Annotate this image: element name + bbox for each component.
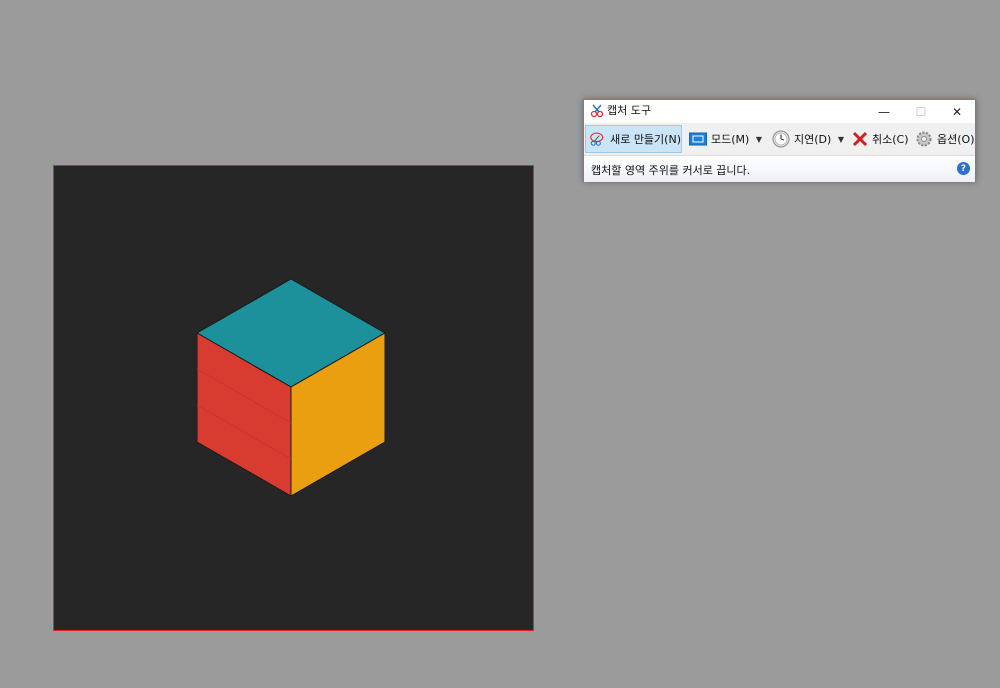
toolbar: 새로 만들기(N) 모드(M) ▼ 지연(D) ▼ 취소(C) 옵션(O) [584,123,975,155]
close-button[interactable]: ✕ [939,100,975,123]
scissors-icon [590,132,604,146]
cancel-button[interactable]: 취소(C) [850,125,910,153]
delay-label: 지연(D) [794,133,832,146]
status-message: 캡처할 영역 주위를 커서로 끕니다. [591,164,751,177]
cube-image [195,278,387,497]
desktop-background: 캡처 도구 — ☐ ✕ 새로 만들기(N) 모드(M) ▼ 지연(D) ▼ 취소… [0,0,1000,688]
cancel-label: 취소(C) [872,133,909,146]
options-button[interactable]: 옵션(O) [913,125,975,153]
rectangle-snip-icon [689,132,707,146]
help-icon[interactable]: ? [957,162,970,175]
capture-selection-region[interactable] [53,165,534,631]
window-title: 캡처 도구 [607,104,651,117]
new-snip-label: 새로 만들기(N) [610,133,681,146]
minimize-button[interactable]: — [866,100,902,123]
clock-icon [772,130,790,148]
red-x-icon [852,131,868,147]
options-label: 옵션(O) [937,133,975,146]
delay-button[interactable]: 지연(D) [770,125,836,153]
mode-label: 모드(M) [711,133,750,146]
gear-icon [916,131,932,147]
title-bar[interactable]: 캡처 도구 — ☐ ✕ [584,100,975,123]
snipping-tool-window: 캡처 도구 — ☐ ✕ 새로 만들기(N) 모드(M) ▼ 지연(D) ▼ 취소… [583,99,976,182]
scissors-icon [590,104,604,118]
new-snip-button[interactable]: 새로 만들기(N) [585,125,682,153]
mode-button[interactable]: 모드(M) [687,125,751,153]
status-bar: 캡처할 영역 주위를 커서로 끕니다. ? [584,155,975,182]
delay-dropdown-arrow[interactable]: ▼ [835,125,847,153]
maximize-button[interactable]: ☐ [903,100,939,123]
mode-dropdown-arrow[interactable]: ▼ [753,125,765,153]
